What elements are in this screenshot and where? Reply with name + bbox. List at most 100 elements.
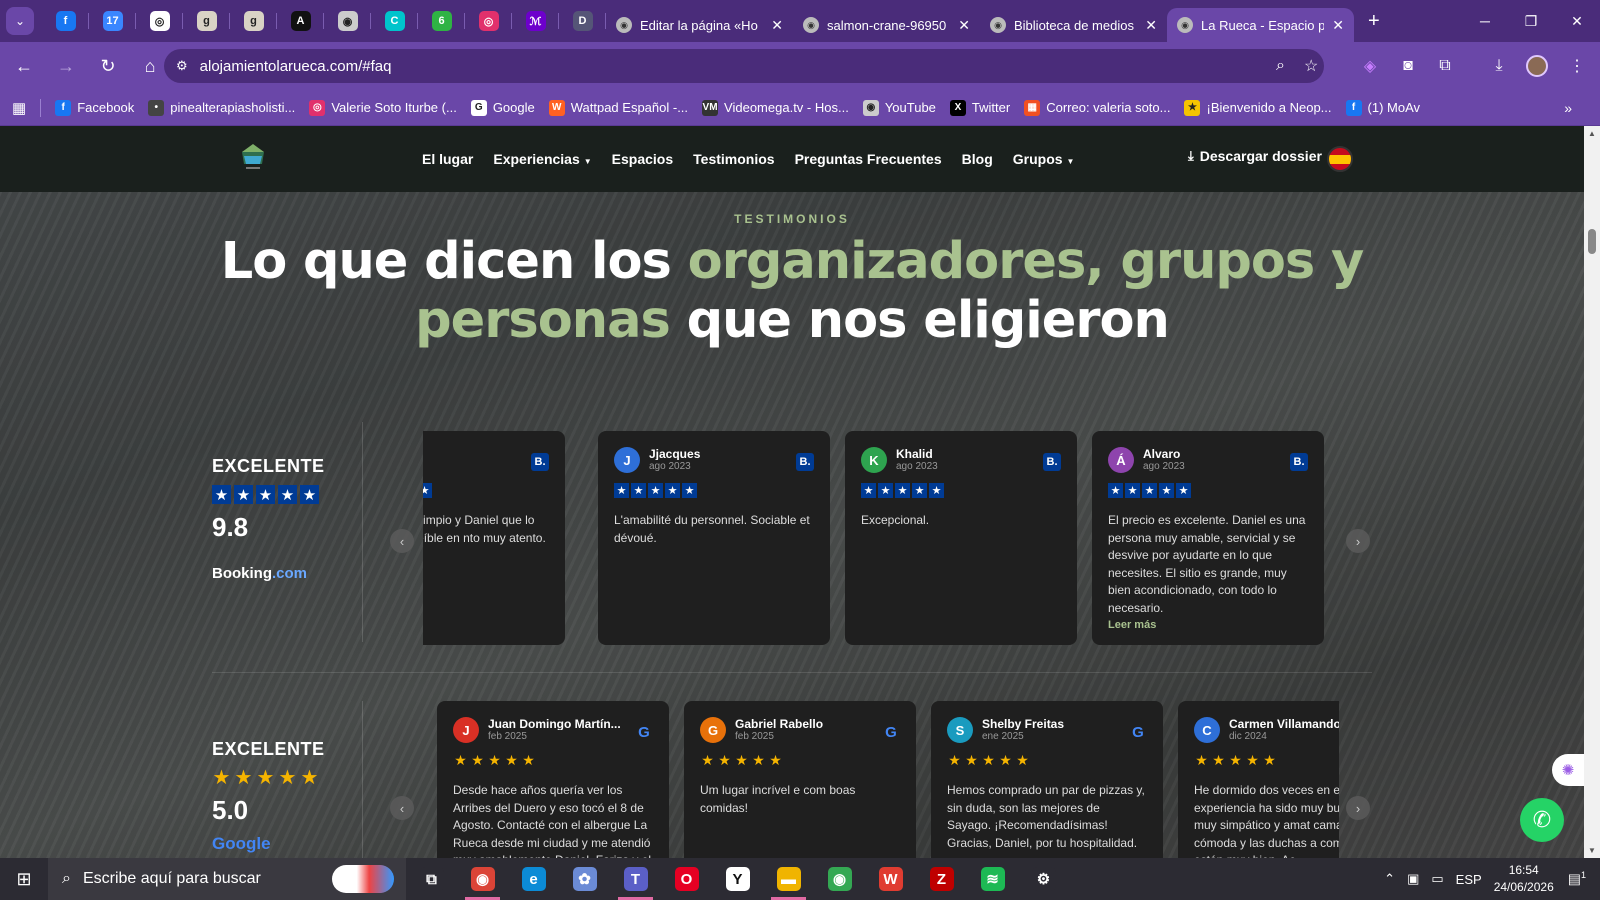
review-card: K Khalid ago 2023 B. ★ ★ ★ ★ ★ Excepcional.: [845, 431, 1077, 645]
tab-search-icon[interactable]: ⌄: [6, 7, 34, 35]
taskbar-app[interactable]: ◉: [814, 858, 865, 900]
pinned-tab[interactable]: ◎: [136, 0, 183, 42]
booking-prev-arrow[interactable]: ‹: [390, 529, 414, 553]
minimize-button[interactable]: ─: [1462, 0, 1508, 42]
network-icon[interactable]: ▣: [1407, 871, 1419, 887]
bookmark-item[interactable]: ◎ Valerie Soto Iturbe (...: [309, 99, 457, 116]
pinned-tabs: f 17 ◎ g g A ◉ C 6 ◎ ℳ D: [42, 0, 606, 42]
browser-menu-icon[interactable]: ⋮: [1562, 51, 1592, 81]
bookmark-item[interactable]: X Twitter: [949, 99, 1010, 116]
reload-button[interactable]: ↻: [90, 48, 126, 84]
apps-grid-icon[interactable]: ▦: [12, 99, 26, 117]
close-tab-icon[interactable]: ✕: [771, 17, 783, 34]
forward-button[interactable]: →: [48, 48, 84, 84]
pinned-tab[interactable]: 6: [418, 0, 465, 42]
restore-button[interactable]: ❐: [1508, 0, 1554, 42]
taskbar-app[interactable]: ≋: [967, 858, 1018, 900]
nav-link[interactable]: Espacios: [612, 151, 673, 167]
google-next-arrow[interactable]: ›: [1346, 796, 1370, 820]
browser-tab[interactable]: ◉ Editar la página «Ho ✕: [606, 8, 793, 42]
bookmark-item[interactable]: G Google: [470, 99, 535, 116]
bookmark-item[interactable]: VM Videomega.tv - Hos...: [702, 99, 849, 116]
taskbar-app[interactable]: O: [661, 858, 712, 900]
taskbar-app[interactable]: ⚙: [1018, 858, 1069, 900]
taskbar-app[interactable]: Z: [916, 858, 967, 900]
page-scrollbar[interactable]: ▲ ▼: [1584, 126, 1600, 858]
bookmark-item[interactable]: ▦ Correo: valeria soto...: [1024, 99, 1170, 116]
home-button[interactable]: ⌂: [132, 48, 168, 84]
pinned-tab[interactable]: A: [277, 0, 324, 42]
chat-assistant-bubble[interactable]: ✺: [1552, 754, 1584, 786]
taskbar-app[interactable]: e: [508, 858, 559, 900]
close-tab-icon[interactable]: ✕: [1145, 17, 1157, 34]
browser-tab[interactable]: ◉ salmon-crane-96950 ✕: [793, 8, 980, 42]
pinned-tab[interactable]: f: [42, 0, 89, 42]
reviewer-name: Gabriel Rabello: [735, 718, 824, 730]
google-prev-arrow[interactable]: ‹: [390, 796, 414, 820]
notifications-icon[interactable]: ▤1: [1568, 870, 1586, 888]
extensions-icon[interactable]: ⧉: [1430, 51, 1460, 81]
whatsapp-button[interactable]: ✆: [1520, 798, 1564, 842]
pinned-tab[interactable]: ◎: [465, 0, 512, 42]
taskbar-clock[interactable]: 16:54 24/06/2026: [1494, 862, 1554, 896]
pinned-tab[interactable]: g: [230, 0, 277, 42]
profile-avatar[interactable]: [1526, 55, 1548, 77]
taskbar-app[interactable]: ✿: [559, 858, 610, 900]
videomega-icon: VM: [702, 99, 719, 116]
scroll-up-arrow[interactable]: ▲: [1584, 129, 1600, 138]
browser-tab[interactable]: ◉ Biblioteca de medios ✕: [980, 8, 1167, 42]
new-tab-button[interactable]: +: [1368, 10, 1380, 33]
taskbar-search-box[interactable]: ⌕ Escribe aquí para buscar: [48, 858, 406, 900]
bookmark-item[interactable]: • pinealterapiasholisti...: [148, 99, 295, 116]
input-language[interactable]: ESP: [1456, 872, 1482, 887]
bookmark-item[interactable]: f Facebook: [55, 99, 134, 116]
taskbar-app[interactable]: T: [610, 858, 661, 900]
zoom-icon[interactable]: ⌕: [1276, 57, 1285, 75]
close-window-button[interactable]: ✕: [1554, 0, 1600, 42]
bookmark-item[interactable]: W Wattpad Español -...: [548, 99, 688, 116]
pinned-tab[interactable]: ◉: [324, 0, 371, 42]
scroll-down-arrow[interactable]: ▼: [1584, 846, 1600, 855]
nav-link[interactable]: El lugar: [422, 151, 473, 167]
taskbar-app[interactable]: W: [865, 858, 916, 900]
spain-flag-icon[interactable]: [1327, 146, 1353, 172]
pinned-tab[interactable]: ℳ: [512, 0, 559, 42]
pinned-tab[interactable]: C: [371, 0, 418, 42]
close-tab-icon[interactable]: ✕: [958, 17, 970, 34]
download-dossier-link[interactable]: ⤓ Descargar dossier: [1188, 148, 1322, 164]
taskbar-app[interactable]: ▬: [763, 858, 814, 900]
close-tab-icon[interactable]: ✕: [1332, 17, 1344, 34]
taskbar-app[interactable]: Y: [712, 858, 763, 900]
show-hidden-icons[interactable]: ⌃: [1384, 871, 1395, 887]
more-bookmarks-icon[interactable]: »: [1564, 100, 1572, 116]
site-info-icon[interactable]: ⚙: [176, 58, 188, 74]
address-bar[interactable]: ⚙ alojamientolarueca.com/#faq ⌕ ☆: [164, 49, 1324, 83]
bookmark-item[interactable]: ◉ YouTube: [862, 99, 936, 116]
nav-link[interactable]: Experiencias ▼: [493, 151, 591, 167]
bookmark-item[interactable]: f (1) MoAv: [1345, 99, 1420, 116]
booking-next-arrow[interactable]: ›: [1346, 529, 1370, 553]
scrollbar-thumb[interactable]: [1588, 229, 1596, 254]
screenshot-extension-icon[interactable]: ◙: [1393, 51, 1423, 81]
nav-link[interactable]: Testimonios: [693, 151, 774, 167]
la-rueca-logo[interactable]: [240, 142, 266, 172]
back-button[interactable]: ←: [6, 48, 42, 84]
copilot-extension-icon[interactable]: ◈: [1355, 51, 1385, 81]
nav-link[interactable]: Preguntas Frecuentes: [795, 151, 942, 167]
review-text: L'amabilité du personnel. Sociable et dé…: [614, 513, 810, 545]
nav-link[interactable]: Blog: [962, 151, 993, 167]
pinned-tab[interactable]: g: [183, 0, 230, 42]
pinned-tab[interactable]: D: [559, 0, 606, 42]
battery-icon[interactable]: ▭: [1431, 871, 1443, 887]
taskbar-app[interactable]: ⧉: [406, 858, 457, 900]
read-more-link[interactable]: Leer más: [1108, 619, 1156, 631]
bookmark-item[interactable]: ★ ¡Bienvenido a Neop...: [1184, 99, 1332, 116]
browser-toolbar: ← → ↻ ⌂ ⚙ alojamientolarueca.com/#faq ⌕ …: [0, 42, 1600, 90]
pinned-tab[interactable]: 17: [89, 0, 136, 42]
taskbar-app[interactable]: ◉: [457, 858, 508, 900]
windows-start-icon[interactable]: ⊞: [0, 858, 48, 900]
downloads-icon[interactable]: ⤓: [1484, 51, 1514, 81]
browser-tab[interactable]: ◉ La Rueca - Espacio p ✕: [1167, 8, 1354, 42]
bookmark-star-icon[interactable]: ☆: [1304, 56, 1318, 76]
nav-link[interactable]: Grupos ▼: [1013, 151, 1075, 167]
